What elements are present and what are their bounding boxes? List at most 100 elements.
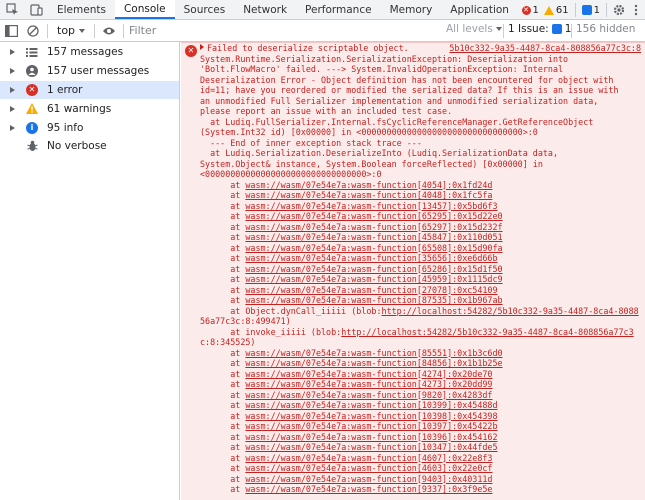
stack-trace-line: at Ludiq.Serialization.DeserializeInto (… (200, 148, 558, 158)
divider (47, 23, 48, 38)
stack-trace-line: an unmodified Full Serializer implementa… (200, 95, 599, 106)
warning-icon (543, 5, 554, 15)
expand-triangle-icon[interactable] (200, 44, 204, 50)
error-message-text[interactable]: Failed to deserialize scriptable object.… (200, 43, 640, 495)
more-options-icon[interactable] (631, 4, 641, 16)
stack-trace-line: at wasm://wasm/07e54e7a:wasm-function[10… (200, 442, 498, 452)
chevron-down-icon (495, 27, 502, 31)
stack-trace-line: at wasm://wasm/07e54e7a:wasm-function[45… (200, 232, 503, 242)
warning-icon (26, 103, 38, 115)
error-count: 1 (532, 4, 539, 16)
stack-trace-line: at wasm://wasm/07e54e7a:wasm-function[65… (200, 221, 503, 232)
sidebar-item-errors[interactable]: ✕ 1 error (0, 80, 179, 100)
console-error-message: ✕ Failed to deserialize scriptable objec… (181, 42, 645, 500)
clear-console-icon[interactable] (22, 20, 44, 42)
stack-trace-line: at wasm://wasm/07e54e7a:wasm-function[10… (200, 431, 498, 442)
stack-trace-line: at wasm://wasm/07e54e7a:wasm-function[94… (200, 473, 493, 484)
issue-count: 1 (593, 4, 600, 16)
filter-input[interactable] (127, 22, 428, 39)
hidden-messages-count: 156 hidden (576, 23, 636, 35)
stack-trace-line: at wasm://wasm/07e54e7a:wasm-function[85… (200, 347, 503, 358)
device-toolbar-icon[interactable] (24, 0, 48, 19)
stack-trace-line: at wasm://wasm/07e54e7a:wasm-function[45… (200, 274, 503, 284)
stack-trace-line: at wasm://wasm/07e54e7a:wasm-function[84… (200, 358, 503, 368)
tab-network[interactable]: Network (234, 0, 296, 19)
console-sidebar: 157 messages 157 user messages ✕ 1 error… (0, 42, 180, 500)
sidebar-item-user-messages[interactable]: 157 user messages (0, 62, 179, 81)
stack-trace-line: at wasm://wasm/07e54e7a:wasm-function[65… (200, 242, 503, 253)
stack-trace-line: at wasm://wasm/07e54e7a:wasm-function[40… (200, 190, 493, 200)
sidebar-item-label: 61 warnings (47, 102, 112, 115)
divider (606, 3, 607, 17)
divider (503, 24, 504, 38)
tab-memory[interactable]: Memory (381, 0, 442, 19)
error-message-icon: ✕ (185, 45, 197, 57)
sidebar-item-label: 157 messages (47, 46, 124, 59)
stack-trace-line: at wasm://wasm/07e54e7a:wasm-function[40… (200, 179, 493, 190)
stack-trace-line: at wasm://wasm/07e54e7a:wasm-function[10… (200, 410, 498, 421)
sidebar-item-label: 95 info (47, 121, 84, 134)
error-count-badge[interactable]: ✕ 1 61 (520, 5, 571, 16)
expand-arrow-icon[interactable] (10, 86, 15, 93)
stack-trace-line: at wasm://wasm/07e54e7a:wasm-function[42… (200, 379, 493, 389)
list-icon (26, 46, 38, 58)
sidebar-item-label: No verbose (47, 140, 107, 153)
sidebar-item-info[interactable]: i 95 info (0, 118, 179, 137)
expand-arrow-icon[interactable] (10, 124, 15, 131)
stack-trace-line: at Object.dynCall_iiiii (blob:http://loc… (200, 305, 639, 316)
stack-trace-line: System.Object& instance, System.Boolean … (200, 158, 543, 169)
error-icon: ✕ (521, 5, 531, 15)
issues-link[interactable]: 1 Issue: 1 (508, 23, 571, 35)
stack-trace-line: at wasm://wasm/07e54e7a:wasm-function[46… (200, 452, 493, 463)
warning-count: 61 (555, 4, 569, 16)
issue-icon (551, 24, 562, 34)
stack-trace-line: at wasm://wasm/07e54e7a:wasm-function[65… (200, 263, 503, 274)
log-levels-label: All levels (446, 23, 493, 35)
stack-trace-line: at invoke_iiiii (blob:http://localhost:5… (200, 326, 634, 337)
sidebar-item-label: 157 user messages (47, 65, 150, 78)
stack-trace-line: at wasm://wasm/07e54e7a:wasm-function[27… (200, 284, 498, 295)
stack-trace-line: <00000000000000000000000000000000>:0 (200, 169, 382, 179)
stack-trace-line: at wasm://wasm/07e54e7a:wasm-function[42… (200, 368, 493, 379)
sidebar-item-verbose[interactable]: No verbose (0, 137, 179, 156)
stack-trace-line: System.Runtime.Serialization.Serializati… (200, 53, 569, 64)
tab-elements[interactable]: Elements (48, 0, 115, 19)
stack-trace-line: at wasm://wasm/07e54e7a:wasm-function[10… (200, 421, 498, 431)
expand-arrow-icon[interactable] (10, 49, 15, 56)
context-selector[interactable]: top (51, 24, 91, 37)
divider (123, 23, 125, 38)
tab-sources[interactable]: Sources (175, 0, 235, 19)
source-link[interactable]: 5b10c332-9a35-4487-8ca4-808856a77c3c:8 (449, 43, 641, 54)
tab-application[interactable]: Application (441, 0, 518, 19)
stack-trace-line: c:8:345525) (200, 337, 256, 347)
user-icon (26, 65, 38, 78)
sidebar-item-warnings[interactable]: 61 warnings (0, 99, 179, 118)
console-toolbar: top All levels 1 Issue: 1 156 hidden (0, 20, 645, 42)
stack-trace-line: at wasm://wasm/07e54e7a:wasm-function[87… (200, 295, 503, 305)
live-expression-eye-icon[interactable] (98, 20, 120, 42)
sidebar-item-messages[interactable]: 157 messages (0, 43, 179, 62)
error-icon: ✕ (26, 83, 38, 96)
inspect-element-icon[interactable] (0, 0, 24, 19)
issues-label: 1 Issue: (508, 23, 549, 35)
divider (574, 3, 576, 17)
tab-performance[interactable]: Performance (296, 0, 381, 19)
chevron-down-icon (79, 28, 86, 33)
stack-trace-line: --- End of inner exception stack trace -… (200, 137, 422, 148)
expand-arrow-icon[interactable] (10, 68, 15, 75)
stack-trace-line: 56a77c3c:8:499471) (200, 316, 291, 326)
toggle-sidebar-icon[interactable] (0, 20, 22, 42)
devtools-tabbar: Elements Console Sources Network Perform… (0, 0, 645, 20)
expand-arrow-icon[interactable] (10, 105, 15, 112)
issues-badge[interactable]: 1 (580, 5, 602, 16)
stack-trace-line: at wasm://wasm/07e54e7a:wasm-function[65… (200, 211, 503, 221)
settings-gear-icon[interactable] (611, 4, 627, 16)
stack-trace-line: id=11; have you reordered or modified th… (200, 85, 619, 95)
stack-trace-line: at wasm://wasm/07e54e7a:wasm-function[35… (200, 253, 498, 263)
info-icon: i (26, 121, 38, 134)
stack-trace-line: at wasm://wasm/07e54e7a:wasm-function[10… (200, 400, 498, 410)
stack-trace-line: at wasm://wasm/07e54e7a:wasm-function[93… (200, 484, 493, 494)
tab-console[interactable]: Console (114, 0, 175, 19)
log-levels-dropdown[interactable]: All levels (446, 23, 502, 35)
divider (94, 23, 96, 38)
